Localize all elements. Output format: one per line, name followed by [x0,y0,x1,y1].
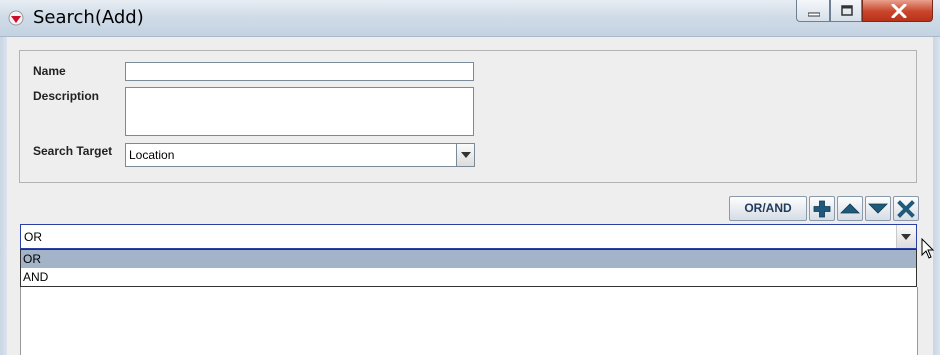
chevron-down-icon [901,234,911,240]
title-bar: Search(Add) [0,0,940,37]
description-label: Description [33,89,100,103]
maximize-icon [841,5,853,16]
search-target-select[interactable]: Location [125,143,475,167]
dropdown-option-or[interactable]: OR [21,250,916,268]
move-up-button[interactable] [837,196,863,221]
search-target-dropdown-button[interactable] [456,144,474,166]
name-input[interactable] [125,62,474,81]
frame-border-left [0,37,7,355]
delete-condition-button[interactable] [893,196,919,221]
conditions-tree-area[interactable] [20,287,918,355]
frame-border-right [933,37,940,355]
search-target-value: Location [129,148,175,162]
minimize-button[interactable] [796,0,830,22]
maximize-button[interactable] [830,0,862,22]
close-button[interactable] [862,0,933,22]
chevron-down-icon [461,152,471,158]
condition-operator-dropdown-list: OR AND [20,249,917,287]
window-title: Search(Add) [33,7,144,28]
delete-icon [897,200,915,218]
condition-operator-select[interactable]: OR [20,224,917,249]
close-icon [891,4,907,18]
mouse-cursor-icon [921,238,935,259]
description-input[interactable] [125,87,474,136]
add-icon [813,200,831,218]
move-up-icon [840,203,860,214]
condition-operator-value: OR [24,230,42,244]
name-label: Name [33,64,66,78]
search-target-label: Search Target [33,144,113,158]
move-down-button[interactable] [865,196,891,221]
move-down-icon [868,203,888,214]
dropdown-option-and[interactable]: AND [21,268,916,286]
or-and-button[interactable]: OR/AND [729,196,807,221]
add-condition-button[interactable] [809,196,835,221]
minimize-icon [808,12,820,17]
condition-operator-dropdown-button[interactable] [896,225,916,248]
app-icon [8,10,24,26]
